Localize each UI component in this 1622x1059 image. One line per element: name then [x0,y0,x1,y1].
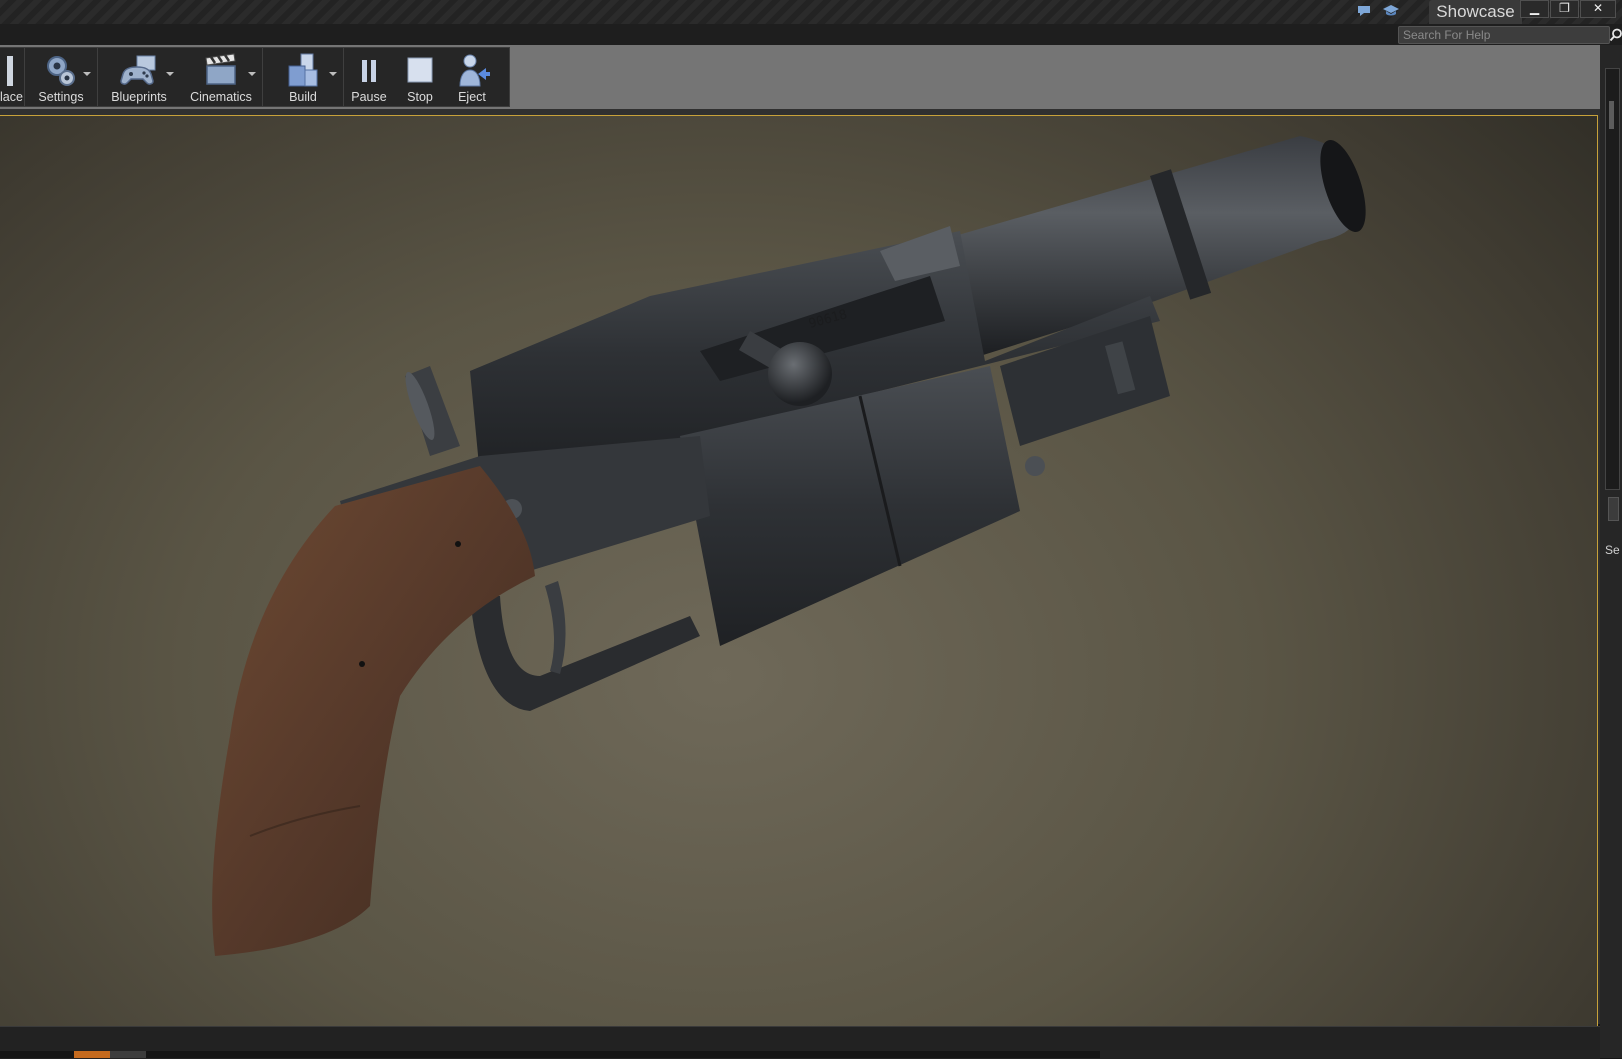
scrollbar-thumb[interactable] [1609,101,1614,129]
level-viewport[interactable]: 90618 [0,115,1598,1028]
clapperboard-icon [201,52,241,90]
restore-button[interactable]: ❐ [1550,0,1579,18]
pistol-3d-model: 90618 [212,136,1366,956]
help-search-placeholder: Search For Help [1403,28,1491,42]
eject-person-icon [452,52,492,90]
play-toolbar: lace Settings Blueprints Cinematics Buil… [0,47,510,107]
minimize-button[interactable]: ▁ [1520,0,1549,18]
help-search-input[interactable]: Search For Help [1398,26,1622,44]
gamepad-icon [119,52,159,90]
pause-label: Pause [351,90,387,104]
cinematics-label: Cinematics [190,90,252,104]
side-panel-tab[interactable] [1608,497,1619,521]
chevron-down-icon[interactable] [248,72,256,76]
build-cubes-icon [283,52,323,90]
cinematics-button[interactable]: Cinematics [180,48,262,106]
blueprints-label: Blueprints [111,90,167,104]
speech-bubble-icon[interactable] [1356,3,1374,19]
bottom-tab-strip [0,1051,1100,1058]
stop-button[interactable]: Stop [394,48,446,106]
pause-button[interactable]: Pause [344,48,394,106]
close-button[interactable]: ✕ [1580,0,1616,18]
place-label: lace [0,90,23,104]
side-panel-label: Se [1605,543,1620,557]
build-label: Build [289,90,317,104]
title-icons [1356,3,1400,19]
eject-button[interactable]: Eject [446,48,498,106]
settings-button[interactable]: Settings [25,48,97,106]
place-icon [7,52,17,90]
bottom-tab[interactable] [110,1051,146,1058]
title-bar: Showcase ▁ ❐ ✕ [0,0,1622,24]
build-button[interactable]: Build [263,48,343,106]
stop-icon [400,52,440,90]
stop-label: Stop [407,90,433,104]
window-controls: ▁ ❐ ✕ [1519,0,1616,18]
pause-icon [349,52,389,90]
graduation-cap-icon[interactable] [1382,3,1400,19]
chevron-down-icon[interactable] [329,72,337,76]
toolbar-area: lace Settings Blueprints Cinematics Buil… [0,45,1600,109]
project-name-tab[interactable]: Showcase [1429,0,1522,24]
gears-icon [41,52,81,90]
vertical-scrollbar[interactable] [1605,68,1620,490]
magnifier-icon[interactable] [1609,28,1622,42]
eject-label: Eject [458,90,486,104]
blueprints-button[interactable]: Blueprints [98,48,180,106]
settings-label: Settings [38,90,84,104]
chevron-down-icon[interactable] [83,72,91,76]
bottom-tab-active[interactable] [74,1051,110,1058]
chevron-down-icon[interactable] [166,72,174,76]
menu-row [0,24,1622,45]
place-button[interactable]: lace [0,48,24,106]
